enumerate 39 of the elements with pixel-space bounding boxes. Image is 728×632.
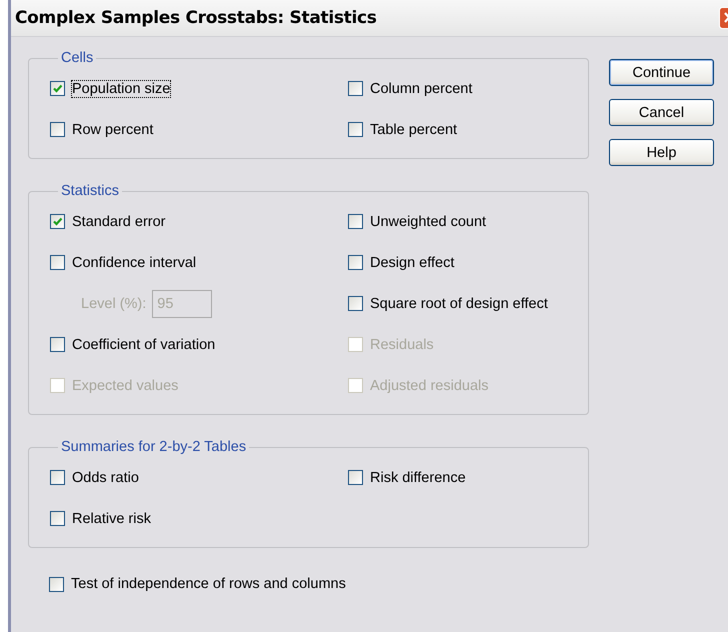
- checkbox[interactable]: [50, 470, 65, 485]
- checkbox[interactable]: [348, 81, 363, 96]
- checkbox-label: Population size: [72, 80, 170, 96]
- dialog-button[interactable]: Help: [609, 139, 714, 166]
- checkbox-label: Risk difference: [370, 470, 466, 486]
- checkbox[interactable]: [348, 122, 363, 137]
- level-label: Level (%):: [81, 296, 146, 312]
- checkbox[interactable]: [50, 337, 65, 352]
- group-title: Summaries for 2-by-2 Tables: [60, 439, 248, 455]
- checkbox[interactable]: [49, 576, 64, 592]
- checkbox[interactable]: [348, 296, 363, 311]
- checkbox-label: Expected values: [72, 378, 178, 394]
- checkbox[interactable]: [50, 511, 65, 526]
- checkbox-label: Column percent: [370, 80, 472, 96]
- checkbox-label: Confidence interval: [72, 254, 196, 270]
- checkbox-label: Test of independence of rows and columns: [71, 576, 346, 592]
- checkbox-label: Coefficient of variation: [72, 336, 216, 352]
- checkbox-label: Design effect: [370, 254, 454, 270]
- group-title: Cells: [60, 50, 94, 66]
- checkbox[interactable]: [50, 122, 65, 137]
- checkbox-label: Adjusted residuals: [370, 378, 488, 394]
- checkbox-label: Odds ratio: [72, 470, 139, 486]
- window-title: Complex Samples Crosstabs: Statistics: [15, 8, 377, 28]
- checkbox[interactable]: [50, 255, 65, 270]
- checkbox[interactable]: [50, 214, 65, 229]
- checkbox-label: Standard error: [72, 214, 166, 230]
- checkbox-label: Residuals: [370, 336, 434, 352]
- checkbox[interactable]: [348, 255, 363, 270]
- checkbox-label: Relative risk: [72, 510, 151, 526]
- checkbox-label: Square root of design effect: [370, 296, 548, 312]
- checkbox-label: Unweighted count: [370, 214, 486, 230]
- group-title: Statistics: [60, 183, 120, 199]
- checkbox-label: Row percent: [72, 122, 154, 138]
- checkbox-label: Table percent: [370, 122, 458, 138]
- checkbox[interactable]: [50, 81, 65, 96]
- checkbox[interactable]: [348, 470, 363, 485]
- dialog-button[interactable]: Continue: [609, 59, 714, 86]
- checkbox[interactable]: [348, 214, 363, 229]
- dialog-button[interactable]: Cancel: [609, 99, 714, 126]
